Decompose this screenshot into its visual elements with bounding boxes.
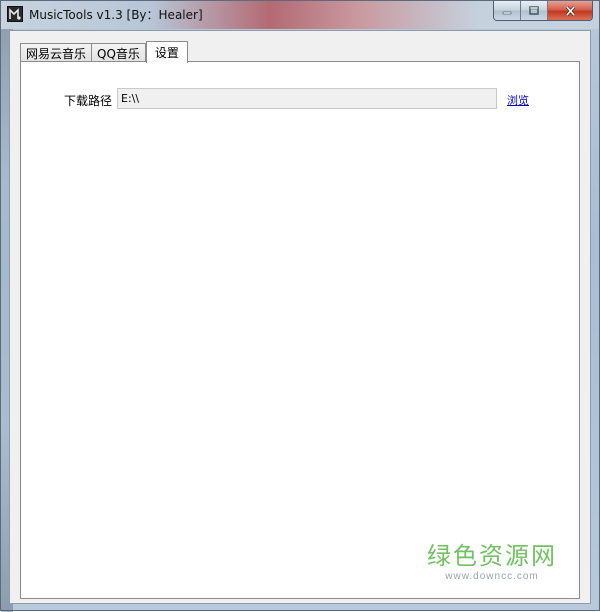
browse-link[interactable]: 浏览 (507, 92, 529, 108)
client-area: 网易云音乐 QQ音乐 设置 下载路径 浏览 绿色资源网 www.downcc.c… (9, 30, 591, 604)
maximize-icon (529, 6, 539, 15)
tab-netease-music[interactable]: 网易云音乐 (20, 43, 93, 62)
caption-buttons (493, 1, 593, 21)
close-icon (565, 5, 575, 16)
watermark-url: www.downcc.com (445, 571, 539, 582)
title-bar[interactable]: MusicTools v1.3 [By：Healer] (1, 1, 599, 29)
minimize-button[interactable] (494, 1, 521, 20)
tab-strip: 网易云音乐 QQ音乐 设置 (20, 40, 188, 63)
tab-settings[interactable]: 设置 (145, 41, 188, 63)
settings-panel: 下载路径 浏览 绿色资源网 www.downcc.com (20, 61, 580, 599)
minimize-icon (502, 11, 512, 14)
maximize-button[interactable] (521, 1, 548, 20)
download-path-input[interactable] (117, 88, 497, 109)
download-path-label: 下载路径 (64, 94, 113, 108)
app-window: MusicTools v1.3 [By：Healer] 网易云音乐 QQ音乐 设… (0, 0, 600, 612)
app-icon[interactable] (7, 6, 23, 22)
tab-qq-music[interactable]: QQ音乐 (91, 43, 146, 62)
window-title: MusicTools v1.3 [By：Healer] (29, 8, 203, 22)
close-button[interactable] (548, 1, 592, 20)
watermark: 绿色资源网 www.downcc.com (427, 536, 557, 582)
watermark-logo-text: 绿色资源网 (427, 542, 557, 570)
